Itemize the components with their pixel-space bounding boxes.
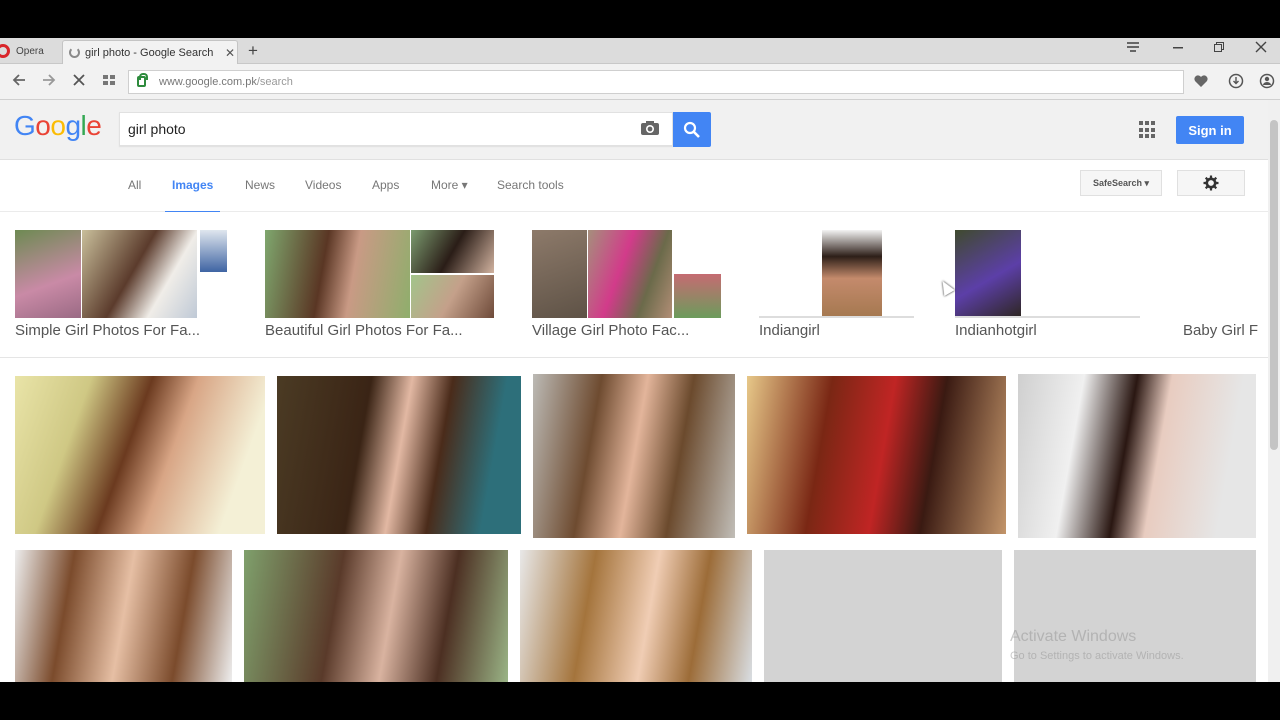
related-caption: Indianhotgirl bbox=[955, 322, 1037, 339]
opera-label: Opera bbox=[16, 45, 44, 57]
logo-letter: G bbox=[14, 110, 36, 141]
download-icon[interactable] bbox=[1227, 72, 1245, 90]
safesearch-dropdown[interactable]: SafeSearch ▾ bbox=[1080, 170, 1162, 196]
logo-letter: o bbox=[50, 110, 66, 141]
url-host: www.google.com.pk bbox=[159, 76, 257, 88]
related-underline bbox=[759, 316, 914, 318]
vertical-scrollbar[interactable] bbox=[1268, 100, 1280, 682]
related-caption: Simple Girl Photos For Fa... bbox=[15, 322, 201, 339]
image-result[interactable] bbox=[15, 376, 265, 534]
browser-window: Opera girl photo - Google Search ✕ + www… bbox=[0, 38, 1280, 682]
logo-letter: o bbox=[35, 110, 51, 141]
related-thumb bbox=[411, 230, 494, 273]
related-thumb bbox=[532, 230, 587, 318]
related-thumb bbox=[674, 274, 721, 318]
restore-icon[interactable] bbox=[1213, 41, 1225, 56]
tab-apps[interactable]: Apps bbox=[372, 178, 399, 192]
address-toolbar: www.google.com.pk/search bbox=[0, 64, 1280, 100]
tab-title: girl photo - Google Search bbox=[85, 46, 214, 59]
related-thumb bbox=[200, 230, 227, 272]
image-result[interactable] bbox=[244, 550, 508, 682]
tab-news[interactable]: News bbox=[245, 178, 275, 192]
tab-all[interactable]: All bbox=[128, 178, 141, 192]
image-result-placeholder[interactable] bbox=[1014, 550, 1256, 682]
opera-menu-button[interactable]: Opera bbox=[0, 38, 60, 64]
related-thumb bbox=[588, 230, 672, 318]
browser-tab[interactable]: girl photo - Google Search ✕ bbox=[62, 40, 238, 64]
image-result[interactable] bbox=[1018, 374, 1256, 538]
secure-lock-icon bbox=[137, 73, 148, 87]
tab-menu-icon[interactable] bbox=[1126, 41, 1140, 56]
related-searches-strip: Simple Girl Photos For Fa... Beautiful G… bbox=[0, 212, 1268, 358]
new-tab-button[interactable]: + bbox=[248, 41, 258, 61]
sign-in-button[interactable]: Sign in bbox=[1176, 116, 1244, 144]
related-thumb bbox=[955, 230, 1021, 318]
heart-icon[interactable] bbox=[1192, 72, 1210, 90]
search-type-tabs: All Images News Videos Apps More ▾ Searc… bbox=[0, 160, 1268, 214]
tab-videos[interactable]: Videos bbox=[305, 178, 341, 192]
speed-dial-icon[interactable] bbox=[102, 73, 116, 91]
camera-icon[interactable] bbox=[640, 120, 660, 136]
google-header: Google girl photo Sign in bbox=[0, 100, 1268, 160]
related-caption: Indiangirl bbox=[759, 322, 820, 339]
related-thumb bbox=[265, 230, 410, 318]
logo-letter: g bbox=[65, 110, 81, 141]
related-thumb bbox=[411, 275, 494, 318]
search-button[interactable] bbox=[673, 112, 711, 147]
search-input[interactable]: girl photo bbox=[119, 112, 673, 146]
related-caption: Beautiful Girl Photos For Fa... bbox=[265, 322, 463, 339]
back-icon[interactable] bbox=[12, 73, 26, 91]
tab-search-tools[interactable]: Search tools bbox=[497, 178, 564, 192]
image-result[interactable] bbox=[533, 374, 735, 538]
related-thumb bbox=[82, 230, 197, 318]
watermark-title: Activate Windows bbox=[1010, 628, 1137, 645]
tab-more[interactable]: More ▾ bbox=[431, 178, 468, 192]
address-bar[interactable]: www.google.com.pk/search bbox=[128, 70, 1184, 94]
logo-letter: e bbox=[86, 110, 102, 141]
related-thumb bbox=[822, 230, 882, 318]
url-path: /search bbox=[256, 76, 293, 88]
forward-icon[interactable] bbox=[42, 73, 56, 91]
watermark-subtitle: Go to Settings to activate Windows. bbox=[1010, 650, 1184, 662]
account-icon[interactable] bbox=[1258, 72, 1276, 90]
related-caption: Baby Girl F bbox=[1183, 322, 1259, 339]
search-icon bbox=[683, 121, 700, 138]
tab-bar: Opera girl photo - Google Search ✕ + bbox=[0, 38, 1280, 64]
close-window-icon[interactable] bbox=[1255, 41, 1267, 56]
related-thumb bbox=[15, 230, 81, 318]
opera-logo-icon bbox=[0, 44, 10, 58]
related-caption: Village Girl Photo Fac... bbox=[532, 322, 690, 339]
scrollbar-thumb[interactable] bbox=[1270, 120, 1278, 450]
related-underline bbox=[955, 316, 1140, 318]
google-logo[interactable]: Google bbox=[14, 110, 102, 142]
apps-grid-icon[interactable] bbox=[1139, 121, 1157, 139]
image-result-placeholder[interactable] bbox=[764, 550, 1002, 682]
image-result[interactable] bbox=[747, 376, 1006, 534]
loading-spinner-icon bbox=[69, 47, 80, 58]
image-result[interactable] bbox=[15, 550, 232, 682]
stop-loading-icon[interactable] bbox=[72, 73, 86, 91]
tab-images[interactable]: Images bbox=[164, 178, 221, 214]
minimize-icon[interactable] bbox=[1172, 41, 1184, 56]
activate-windows-watermark: Activate Windows Go to Settings to activ… bbox=[1010, 628, 1184, 662]
image-result[interactable] bbox=[520, 550, 752, 682]
image-result[interactable] bbox=[277, 376, 521, 534]
tab-close-icon[interactable]: ✕ bbox=[223, 46, 237, 60]
settings-gear-icon[interactable] bbox=[1177, 170, 1245, 196]
